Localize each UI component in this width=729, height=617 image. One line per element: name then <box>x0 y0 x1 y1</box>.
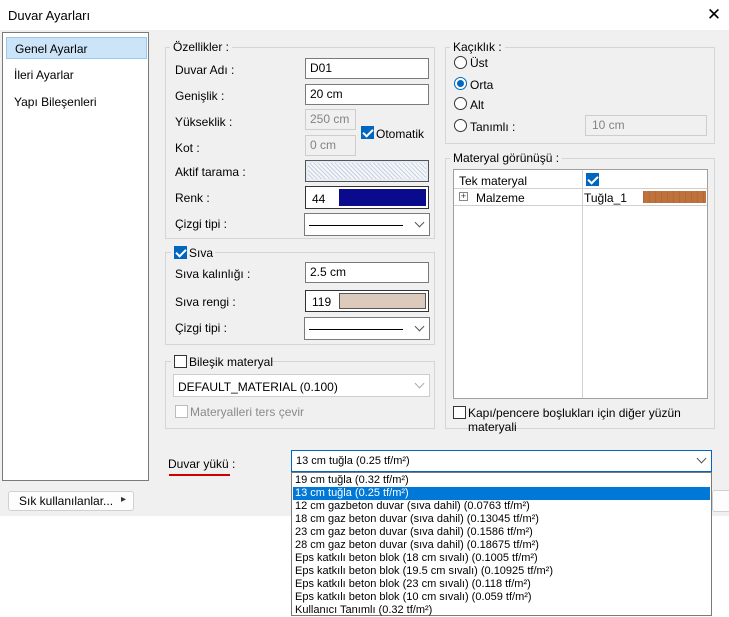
duvar-yuku-option[interactable]: Eps katkılı beton blok (23 cm sıvalı) (0… <box>293 578 710 591</box>
renk-label: Renk : <box>175 191 210 205</box>
bilesik-checkbox[interactable] <box>174 355 187 368</box>
chevron-down-icon <box>414 378 425 389</box>
sidebar-item-genel-ayarlar[interactable]: Genel Ayarlar <box>6 37 147 59</box>
bilesik-label: Bileşik materyal <box>189 355 274 369</box>
siva-label: Sıva <box>189 246 214 260</box>
bilesik-material-select[interactable]: DEFAULT_MATERIAL (0.100) <box>173 374 430 397</box>
hatch-pattern <box>308 163 426 179</box>
radio-ust[interactable] <box>454 56 467 69</box>
title-bar: Duvar Ayarları ✕ <box>0 0 729 30</box>
chevron-right-icon: ▸ <box>121 494 127 505</box>
genislik-label: Genişlik : <box>175 89 225 103</box>
radio-alt-label: Alt <box>470 98 485 112</box>
tanimli-input[interactable]: 10 cm <box>585 115 707 136</box>
duvar-yuku-option[interactable]: Eps katkılı beton blok (19.5 cm sıvalı) … <box>293 565 710 578</box>
siva-rengi-label: Sıva rengi : <box>175 295 236 309</box>
malzeme-value[interactable]: Tuğla_1 <box>584 191 627 205</box>
tek-materyal-checkbox[interactable] <box>586 173 599 186</box>
grid-row-divider <box>454 205 707 206</box>
duvar-yuku-option[interactable]: Eps katkılı beton blok (18 cm sıvalı) (0… <box>293 552 710 565</box>
grid-row-divider <box>454 188 707 189</box>
duvar-yuku-dropdown-list: 19 cm tuğla (0.32 tf/m²) 13 cm tuğla (0.2… <box>291 472 712 616</box>
radio-ust-label: Üst <box>470 56 488 70</box>
ters-cevir-label: Materyalleri ters çevir <box>190 405 305 419</box>
cizgi-tipi-label: Çizgi tipi : <box>175 217 228 231</box>
kot-label: Kot : <box>175 141 200 155</box>
duvar-adi-label: Duvar Adı : <box>175 63 235 77</box>
siva-rengi-value: 119 <box>312 295 332 309</box>
duvar-yuku-option[interactable]: 13 cm tuğla (0.25 tf/m²) <box>293 487 710 500</box>
cizgi-tipi-select[interactable] <box>304 213 430 236</box>
duvar-yuku-option[interactable]: 19 cm tuğla (0.32 tf/m²) <box>293 474 710 487</box>
renk-color-swatch <box>339 189 426 206</box>
materyal-group-label: Materyal görünüşü : <box>450 151 563 165</box>
sik-kullanilanlar-button[interactable]: Sık kullanılanlar... ▸ <box>8 491 134 511</box>
window-title: Duvar Ayarları <box>8 8 91 23</box>
aktif-tarama-label: Aktif tarama : <box>175 165 246 179</box>
malzeme-color-swatch <box>643 191 706 203</box>
kapi-pencere-label: Kapı/pencere boşlukları için diğer yüzün… <box>468 406 681 434</box>
radio-alt[interactable] <box>454 97 467 110</box>
sidebar-item-yapi-bilesenleri[interactable]: Yapı Bileşenleri <box>6 91 147 113</box>
ters-cevir-checkbox[interactable] <box>175 405 188 418</box>
duvar-yuku-option[interactable]: Eps katkılı beton blok (10 cm sıvalı) (0… <box>293 591 710 604</box>
siva-cizgi-tipi-label: Çizgi tipi : <box>175 321 228 335</box>
siva-kalinlik-input[interactable]: 2.5 cm <box>305 262 429 283</box>
ozellikler-group-label: Özellikler : <box>170 40 233 54</box>
duvar-yuku-selected: 13 cm tuğla (0.25 tf/m²) <box>296 455 410 467</box>
duvar-yuku-option[interactable]: 12 cm gazbeton duvar (sıva dahil) (0.076… <box>293 500 710 513</box>
yukseklik-input[interactable]: 250 cm <box>305 109 356 130</box>
renk-picker[interactable]: 44 <box>305 186 429 209</box>
expand-icon[interactable]: + <box>459 192 468 201</box>
chevron-down-icon <box>414 217 425 228</box>
sik-kullanilanlar-label: Sık kullanılanlar... <box>19 494 114 508</box>
line-sample <box>309 329 403 330</box>
siva-kalinlik-label: Sıva kalınlığı : <box>175 267 251 281</box>
duvar-yuku-select[interactable]: 13 cm tuğla (0.25 tf/m²) <box>291 450 712 472</box>
radio-orta[interactable] <box>454 77 467 90</box>
duvar-yuku-option[interactable]: 23 cm gaz beton duvar (sıva dahil) (0.15… <box>293 526 710 539</box>
radio-tanimli[interactable] <box>454 119 467 132</box>
kapi-pencere-checkbox[interactable] <box>453 406 466 419</box>
duvar-yuku-label: Duvar yükü : <box>168 457 236 471</box>
tek-materyal-label: Tek materyal <box>459 174 528 188</box>
genislik-input[interactable]: 20 cm <box>305 84 429 105</box>
materyal-grid: Tek materyal + Malzeme Tuğla_1 <box>453 169 708 399</box>
bilesik-material-value: DEFAULT_MATERIAL (0.100) <box>178 380 338 394</box>
partial-button[interactable] <box>712 490 729 512</box>
close-icon[interactable]: ✕ <box>704 4 724 26</box>
otomatik-checkbox[interactable] <box>361 126 374 139</box>
yukseklik-label: Yükseklik : <box>175 115 233 129</box>
siva-checkbox[interactable] <box>174 246 187 259</box>
malzeme-label: Malzeme <box>476 191 525 205</box>
renk-value: 44 <box>312 192 326 206</box>
duvar-yuku-option[interactable]: 28 cm gaz beton duvar (sıva dahil) (0.18… <box>293 539 710 552</box>
duvar-adi-input[interactable]: D01 <box>305 58 429 79</box>
otomatik-label: Otomatik <box>376 127 425 141</box>
kaciklik-group-label: Kaçıklık : <box>450 40 505 54</box>
kot-input[interactable]: 0 cm <box>305 135 356 156</box>
duvar-yuku-option[interactable]: Kullanıcı Tanımlı (0.32 tf/m²) <box>293 604 710 617</box>
duvar-yuku-underline <box>169 474 230 476</box>
line-sample <box>309 225 403 226</box>
siva-rengi-picker[interactable]: 119 <box>305 290 429 312</box>
radio-orta-label: Orta <box>470 78 494 92</box>
radio-tanimli-label: Tanımlı : <box>470 120 516 134</box>
duvar-yuku-option[interactable]: 18 cm gaz beton duvar (sıva dahil) (0.13… <box>293 513 710 526</box>
siva-cizgi-tipi-select[interactable] <box>304 317 430 340</box>
siva-rengi-color-swatch <box>339 293 426 309</box>
chevron-down-icon <box>696 453 707 464</box>
sidebar: Genel Ayarlar İleri Ayarlar Yapı Bileşen… <box>2 32 149 481</box>
chevron-down-icon <box>414 321 425 332</box>
aktif-tarama-swatch[interactable] <box>305 160 429 182</box>
sidebar-item-ileri-ayarlar[interactable]: İleri Ayarlar <box>6 64 147 86</box>
